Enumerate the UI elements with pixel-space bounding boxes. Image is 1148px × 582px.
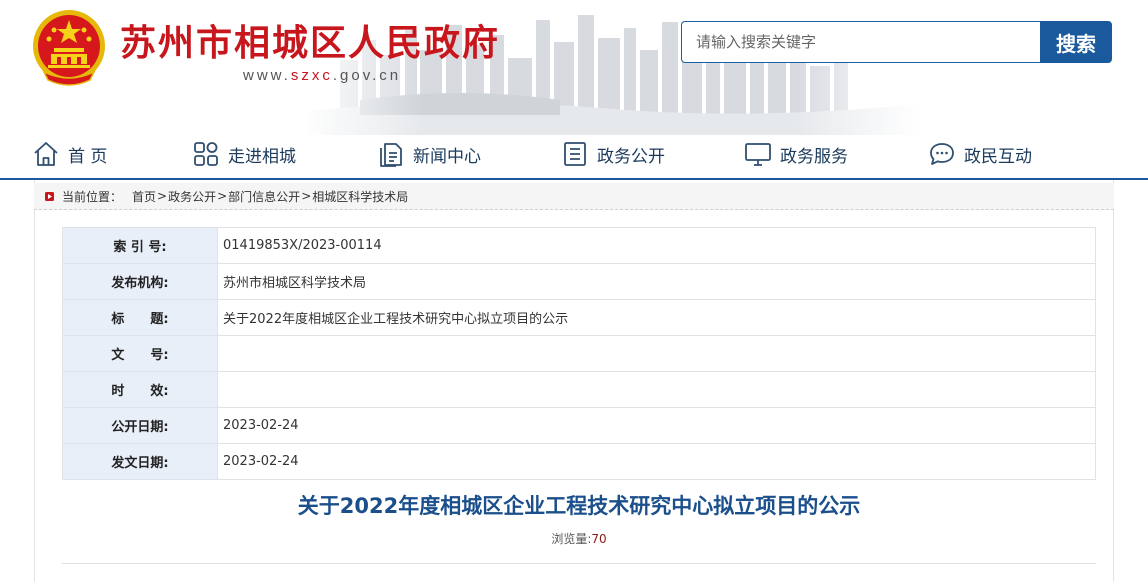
nav-item-about[interactable]: 走进相城	[192, 138, 296, 170]
article-divider	[62, 563, 1096, 564]
site-header: 苏州市相城区人民政府 www.szxc.gov.cn 搜索 首 页 走进相城 新…	[0, 0, 1148, 180]
publish-date-value: 2023-02-24	[217, 407, 1096, 444]
nav-label: 走进相城	[228, 146, 296, 167]
grid-icon	[194, 142, 218, 166]
index-number-key: 索 引 号:	[62, 227, 218, 264]
article-title: 关于2022年度相城区企业工程技术研究中心拟立项目的公示	[297, 494, 861, 518]
nav-label: 新闻中心	[413, 146, 481, 167]
breadcrumb: 当前位置： 首页 > 政务公开 > 部门信息公开 > 相城区科学技术局	[34, 183, 1114, 210]
nav-label: 政务公开	[597, 146, 665, 167]
breadcrumb-separator: >	[157, 189, 168, 203]
breadcrumb-link-bureau[interactable]: 相城区科学技术局	[312, 188, 408, 205]
metadata-table: 索 引 号: 01419853X/2023-00114 发布机构: 苏州市相城区…	[62, 227, 1096, 480]
main-nav: 首 页 走进相城 新闻中心 政务公开 政务服务 政民互动	[0, 130, 1148, 178]
table-row: 发文日期: 2023-02-24	[62, 443, 1096, 480]
index-number-value: 01419853X/2023-00114	[217, 227, 1096, 264]
validity-value	[217, 371, 1096, 408]
nav-item-gov-affairs[interactable]: 政务公开	[561, 138, 665, 170]
issue-date-key: 发文日期:	[62, 443, 218, 480]
monitor-icon	[745, 143, 771, 166]
table-row: 发布机构: 苏州市相城区科学技术局	[62, 263, 1096, 300]
issue-date-value: 2023-02-24	[217, 443, 1096, 480]
table-row: 标 题: 关于2022年度相城区企业工程技术研究中心拟立项目的公示	[62, 299, 1096, 336]
breadcrumb-link-dept-info[interactable]: 部门信息公开	[228, 188, 300, 205]
nav-item-interaction[interactable]: 政民互动	[928, 138, 1032, 170]
title-value: 关于2022年度相城区企业工程技术研究中心拟立项目的公示	[217, 299, 1096, 336]
national-emblem-icon	[33, 10, 105, 86]
location-marker-icon	[45, 191, 54, 201]
nav-item-news[interactable]: 新闻中心	[377, 138, 481, 170]
table-row: 索 引 号: 01419853X/2023-00114	[62, 227, 1096, 264]
site-url: www.szxc.gov.cn	[243, 67, 401, 84]
breadcrumb-label: 当前位置：	[62, 189, 123, 204]
url-prefix: www.	[243, 67, 291, 84]
site-title[interactable]: 苏州市相城区人民政府	[120, 14, 500, 66]
nav-label: 政民互动	[964, 146, 1032, 167]
search-button[interactable]: 搜索	[1040, 21, 1112, 63]
url-suffix: .gov.cn	[332, 67, 402, 84]
breadcrumb-separator: >	[217, 189, 228, 203]
document-number-key: 文 号:	[62, 335, 218, 372]
breadcrumb-separator: >	[301, 189, 312, 203]
nav-item-home[interactable]: 首 页	[32, 138, 107, 170]
nav-label: 首 页	[68, 146, 108, 167]
chat-icon	[930, 143, 954, 165]
table-row: 时 效:	[62, 371, 1096, 408]
validity-key: 时 效:	[62, 371, 218, 408]
publisher-key: 发布机构:	[62, 263, 218, 300]
document-icon	[380, 143, 402, 167]
title-key: 标 题:	[62, 299, 218, 336]
document-number-value	[217, 335, 1096, 372]
home-icon	[34, 142, 58, 166]
publisher-value: 苏州市相城区科学技术局	[217, 263, 1096, 300]
publish-date-key: 公开日期:	[62, 407, 218, 444]
nav-label: 政务服务	[780, 146, 848, 167]
table-row: 公开日期: 2023-02-24	[62, 407, 1096, 444]
search-input[interactable]	[681, 21, 1041, 63]
view-count-label: 浏览量:	[551, 532, 592, 546]
list-icon	[564, 142, 586, 166]
view-count: 浏览量:70	[62, 530, 1096, 547]
breadcrumb-link-home[interactable]: 首页	[132, 188, 156, 205]
table-row: 文 号:	[62, 335, 1096, 372]
nav-item-services[interactable]: 政务服务	[744, 138, 848, 170]
url-domain: szxc	[290, 67, 333, 84]
breadcrumb-link-gov-affairs[interactable]: 政务公开	[168, 188, 216, 205]
view-count-value: 70	[591, 532, 607, 546]
